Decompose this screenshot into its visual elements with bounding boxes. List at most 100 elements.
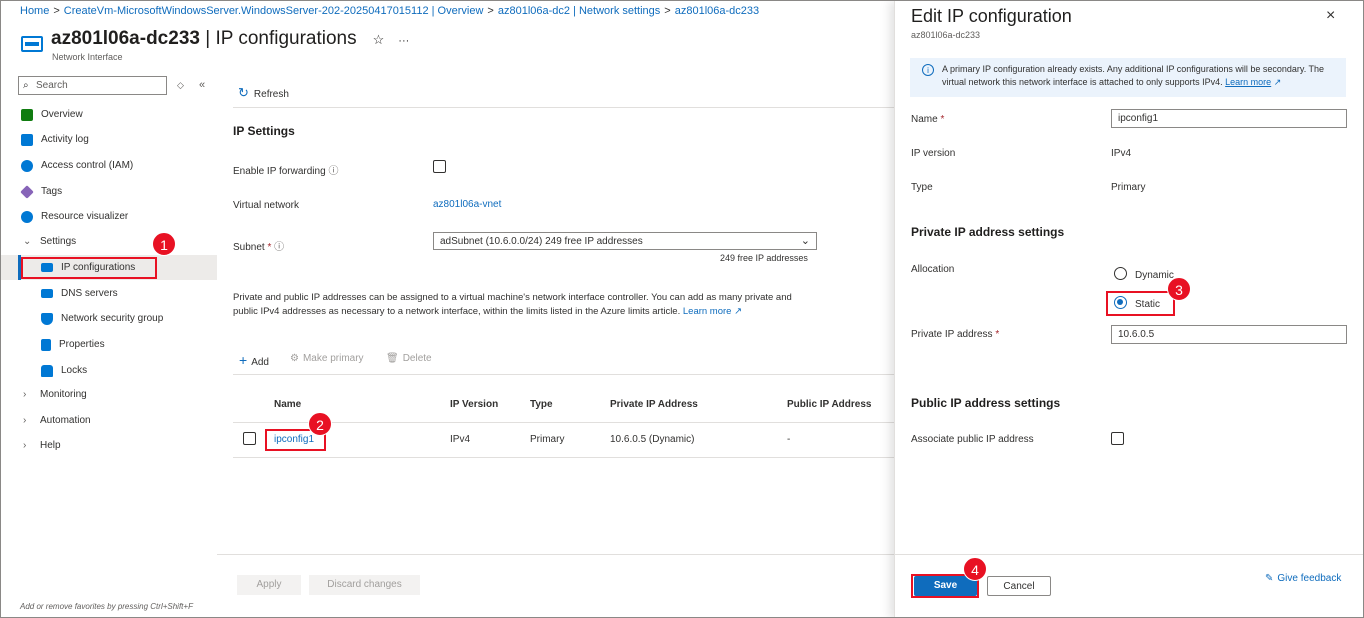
- chevron-right-icon: ›: [23, 415, 27, 426]
- expand-icon[interactable]: ◇: [177, 80, 184, 91]
- sidebar-item-overview[interactable]: Overview: [1, 102, 217, 127]
- breadcrumb-vm[interactable]: CreateVm-MicrosoftWindowsServer.WindowsS…: [64, 5, 484, 17]
- panel-footer-divider: [895, 554, 1363, 555]
- column-header-name[interactable]: Name: [274, 399, 301, 410]
- type-value: Primary: [1111, 182, 1146, 193]
- page-title: az801l06a-dc233 | IP configurations ☆ ···: [51, 28, 410, 49]
- sidebar-item-dns-servers[interactable]: DNS servers: [1, 281, 217, 306]
- sidebar-group-settings[interactable]: ⌄ Settings: [1, 229, 217, 254]
- row-public-ip: -: [787, 434, 791, 445]
- learn-more-link[interactable]: Learn more: [683, 306, 732, 317]
- add-icon: +: [239, 352, 248, 368]
- annotation-badge-1: 1: [152, 232, 176, 256]
- name-input[interactable]: ipconfig1: [1111, 109, 1347, 128]
- sidebar-item-tags[interactable]: Tags: [1, 179, 217, 204]
- overview-icon: [21, 108, 33, 121]
- column-header-type[interactable]: Type: [530, 399, 553, 410]
- external-link-icon: ↗: [734, 306, 743, 317]
- portal-window: Home > CreateVm-MicrosoftWindowsServer.Win…: [0, 0, 1364, 618]
- sidebar-item-locks[interactable]: Locks: [1, 358, 217, 383]
- name-label: Name *: [911, 114, 945, 125]
- feedback-icon: ✎: [1265, 573, 1274, 584]
- actions-divider: [233, 374, 895, 375]
- more-icon[interactable]: ···: [398, 35, 409, 47]
- activity-log-icon: [21, 133, 33, 146]
- breadcrumb-nic-settings[interactable]: az801l06a-dc2 | Network settings: [498, 5, 660, 17]
- ip-forwarding-checkbox[interactable]: [433, 160, 446, 173]
- page-subtitle: Network Interface: [52, 52, 123, 62]
- allocation-label: Allocation: [911, 264, 955, 275]
- column-header-ip-version[interactable]: IP Version: [450, 399, 498, 410]
- table-header-divider: [233, 422, 895, 423]
- row-ip-version: IPv4: [450, 434, 471, 445]
- annotation-box-1: [21, 257, 157, 279]
- close-icon[interactable]: ×: [1326, 7, 1335, 25]
- breadcrumb-separator: >: [53, 5, 60, 17]
- allocation-dynamic-radio[interactable]: [1114, 267, 1127, 280]
- collapse-icon[interactable]: «: [199, 79, 205, 91]
- annotation-badge-4: 4: [963, 557, 987, 581]
- panel-title: Edit IP configuration: [911, 6, 1072, 26]
- column-header-private-ip[interactable]: Private IP Address: [610, 399, 698, 410]
- sidebar-search-input[interactable]: ⌕ Search: [18, 76, 167, 95]
- sidebar-item-iam[interactable]: Access control (IAM): [1, 153, 217, 178]
- breadcrumb-separator: >: [664, 5, 671, 17]
- subnet-select[interactable]: adSubnet (10.6.0.0/24) 249 free IP addre…: [433, 232, 817, 250]
- ip-forwarding-label: Enable IP forwarding ⓘ: [233, 166, 339, 177]
- breadcrumb-home[interactable]: Home: [20, 5, 49, 17]
- visualizer-icon: [21, 210, 33, 223]
- people-icon: [21, 159, 33, 172]
- breadcrumb-current[interactable]: az801l06a-dc233: [675, 5, 759, 17]
- allocation-dynamic-label[interactable]: Dynamic: [1135, 270, 1174, 281]
- row-checkbox[interactable]: [243, 432, 256, 445]
- sidebar-item-resource-visualizer[interactable]: Resource visualizer: [1, 204, 217, 229]
- annotation-badge-3: 3: [1167, 277, 1191, 301]
- delete-button[interactable]: 🗑 Delete: [386, 353, 432, 364]
- favorite-star-icon[interactable]: ☆: [373, 32, 385, 47]
- sidebar-item-nsg[interactable]: Network security group: [1, 306, 217, 331]
- refresh-icon: ↻: [238, 85, 249, 100]
- sidebar-item-activity-log[interactable]: Activity log: [1, 127, 217, 152]
- public-ip-section-heading: Public IP address settings: [911, 396, 1061, 410]
- sidebar-group-monitoring[interactable]: › Monitoring: [1, 382, 217, 407]
- associate-public-ip-checkbox[interactable]: [1111, 432, 1124, 445]
- sidebar-group-automation[interactable]: › Automation: [1, 408, 217, 433]
- sidebar-item-properties[interactable]: Properties: [1, 332, 217, 357]
- annotation-badge-2: 2: [308, 412, 332, 436]
- search-icon: ⌕: [23, 80, 29, 91]
- tag-icon: [20, 184, 34, 199]
- add-button[interactable]: + Add: [239, 352, 269, 368]
- column-header-public-ip[interactable]: Public IP Address: [787, 399, 871, 410]
- private-ip-input[interactable]: 10.6.0.5: [1111, 325, 1347, 344]
- sidebar-group-help[interactable]: › Help: [1, 433, 217, 458]
- gear-icon: ⚙: [290, 353, 299, 364]
- footer-divider: [217, 554, 895, 555]
- cancel-button[interactable]: Cancel: [987, 576, 1051, 596]
- info-icon: ⓘ: [274, 242, 285, 253]
- info-icon: i: [922, 64, 934, 76]
- refresh-button[interactable]: ↻ Refresh: [238, 85, 289, 101]
- ip-settings-heading: IP Settings: [233, 124, 295, 138]
- info-learn-more-link[interactable]: Learn more: [1225, 77, 1271, 87]
- virtual-network-link[interactable]: az801l06a-vnet: [433, 199, 501, 210]
- apply-button[interactable]: Apply: [237, 575, 301, 595]
- private-ip-label: Private IP address *: [911, 329, 1000, 340]
- make-primary-button[interactable]: ⚙ Make primary: [290, 353, 364, 364]
- favorites-hint: Add or remove favorites by pressing Ctrl…: [20, 602, 193, 611]
- dns-icon: [41, 289, 53, 298]
- row-private-ip: 10.6.0.5 (Dynamic): [610, 434, 695, 445]
- private-ip-section-heading: Private IP address settings: [911, 225, 1065, 239]
- associate-public-ip-label: Associate public IP address: [911, 434, 1034, 445]
- chevron-right-icon: ›: [23, 389, 27, 400]
- chevron-down-icon: ⌄: [23, 236, 32, 247]
- external-link-icon: ↗: [1273, 77, 1282, 87]
- table-row-divider: [233, 457, 895, 458]
- ip-description: Private and public IP addresses can be a…: [233, 292, 792, 317]
- give-feedback-link[interactable]: ✎ Give feedback: [1265, 573, 1341, 584]
- properties-icon: [41, 338, 51, 351]
- breadcrumb: Home > CreateVm-MicrosoftWindowsServer.Win…: [20, 5, 759, 17]
- toolbar-divider: [233, 107, 895, 108]
- ip-version-label: IP version: [911, 148, 956, 159]
- chevron-down-icon: ⌄: [800, 235, 810, 247]
- discard-changes-button[interactable]: Discard changes: [309, 575, 420, 595]
